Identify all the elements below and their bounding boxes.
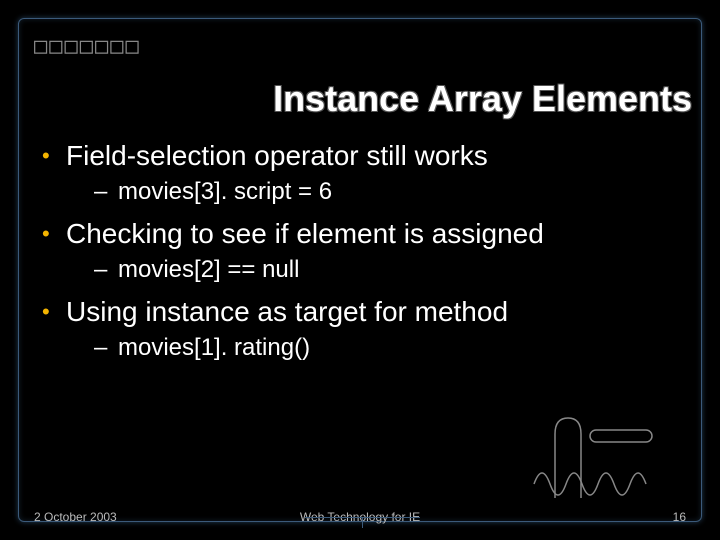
footer-page: 16: [673, 510, 686, 524]
bullet-item: Checking to see if element is assigned: [40, 218, 690, 250]
slide-content: Field-selection operator still works mov…: [40, 140, 690, 374]
bullet-item: Field-selection operator still works: [40, 140, 690, 172]
slide-title: Instance Array Elements: [0, 78, 692, 120]
corner-glyphs: □□□□□□□: [34, 34, 141, 59]
bullet-item: movies[2] == null: [40, 256, 690, 284]
footer-tick: [362, 518, 363, 528]
bullet-item: movies[1]. rating(): [40, 334, 690, 362]
bullet-item: Using instance as target for method: [40, 296, 690, 328]
bullet-item: movies[3]. script = 6: [40, 178, 690, 206]
decorative-squiggle: [520, 412, 660, 502]
